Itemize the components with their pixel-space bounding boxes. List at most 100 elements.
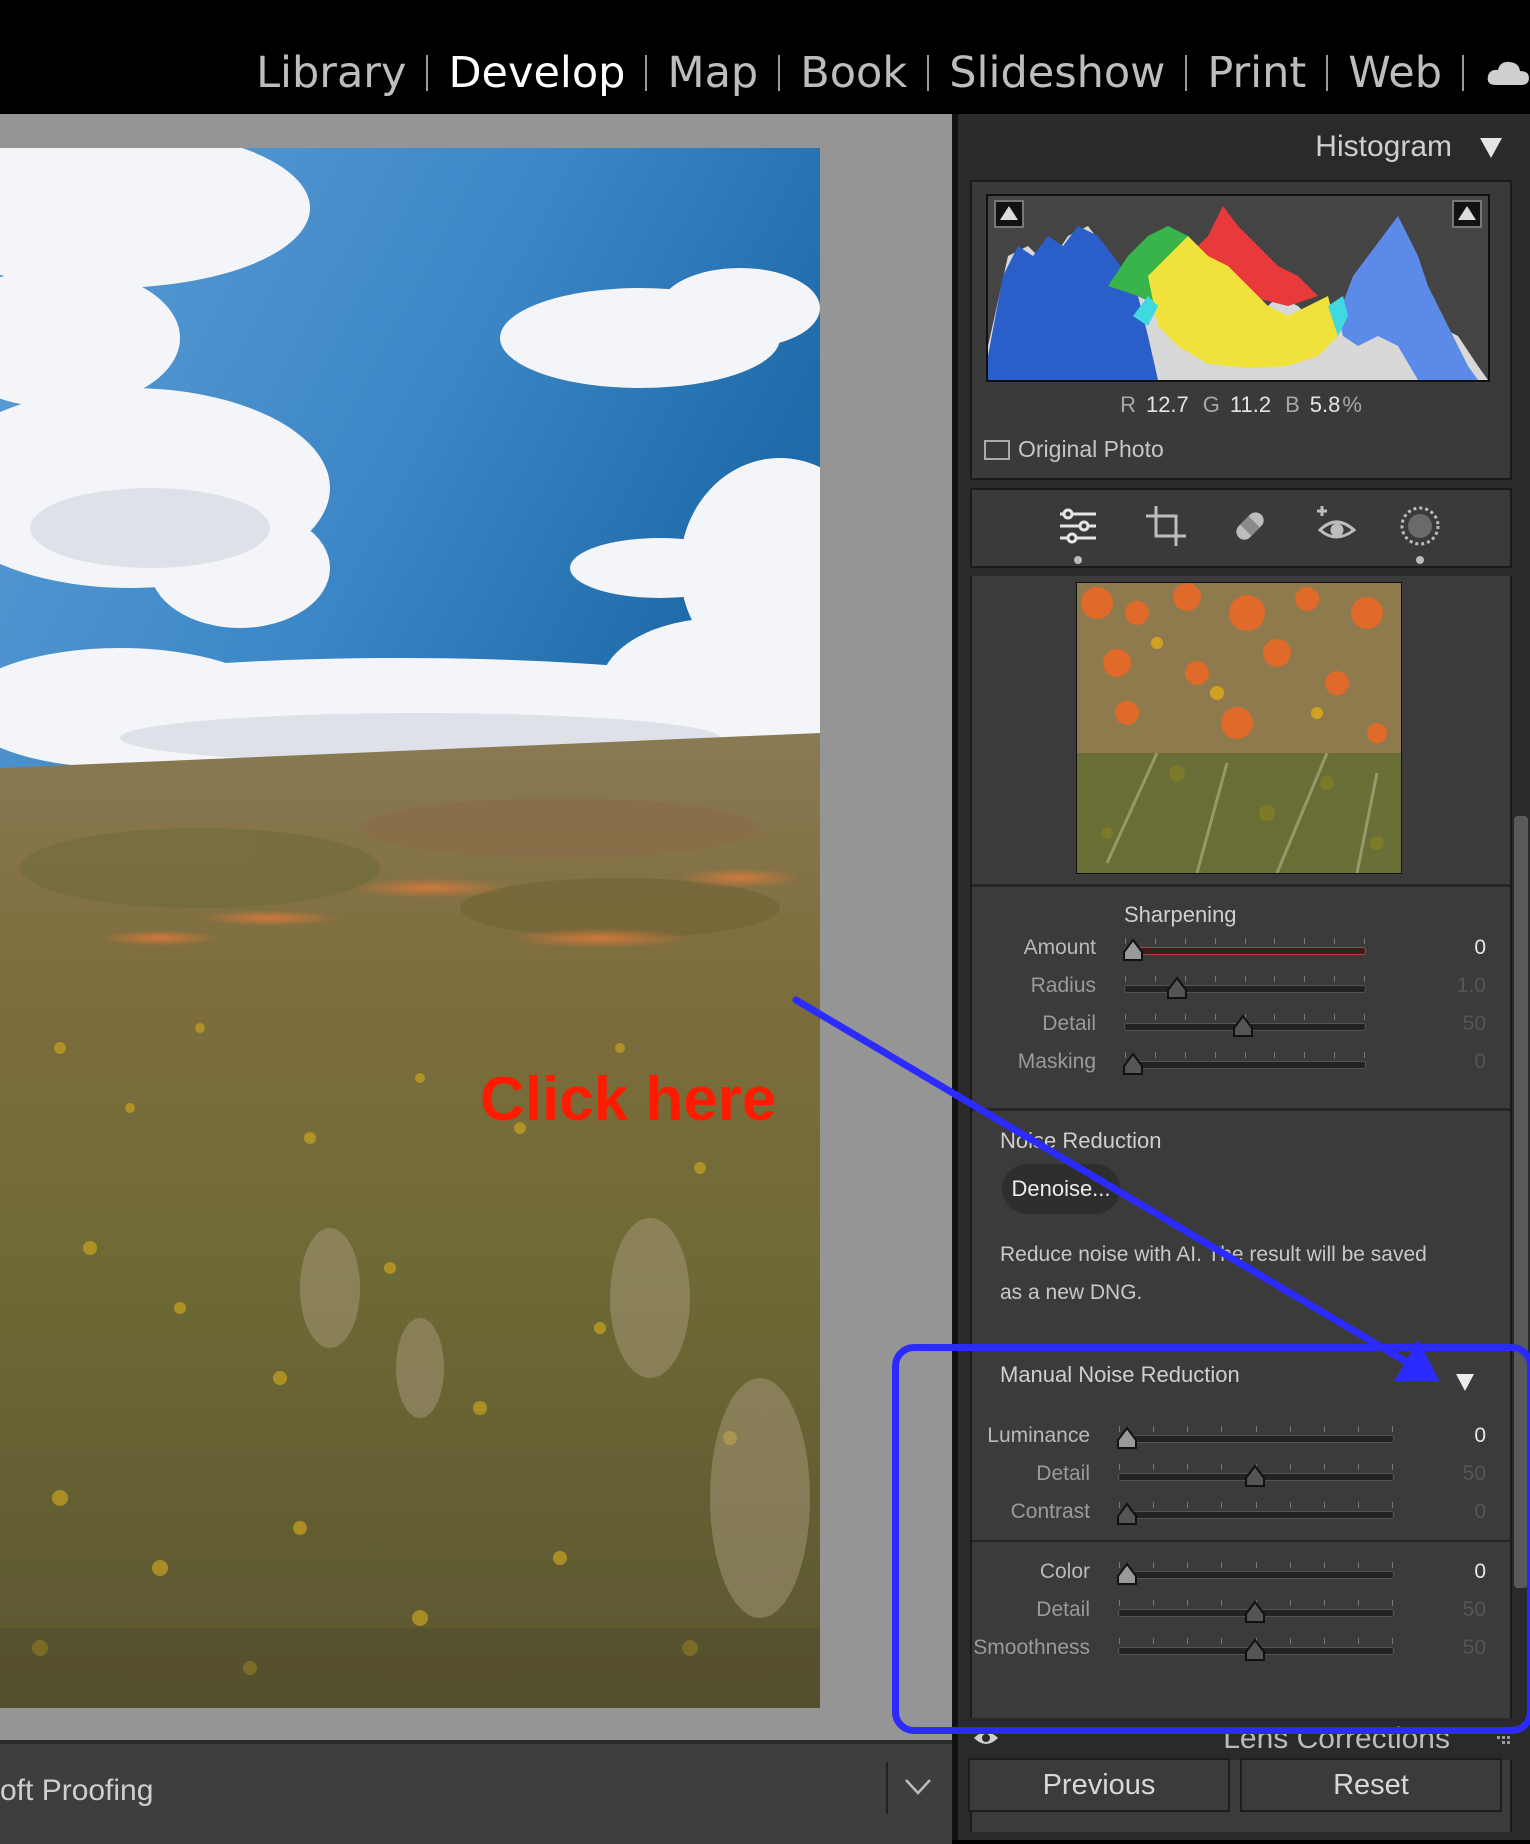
amount-label: Amount [1023, 936, 1096, 959]
masking-icon[interactable] [1396, 502, 1444, 550]
r-label: R [1120, 392, 1136, 417]
g-value: 11.2 [1229, 392, 1272, 417]
radius-row: Radius 1.0 [972, 972, 1510, 1004]
slider-tick [1334, 1052, 1336, 1058]
slider-tick [1154, 938, 1156, 944]
slider-tick [1334, 1014, 1336, 1020]
soft-proofing-label[interactable]: oft Proofing [0, 1774, 153, 1808]
module-slideshow[interactable]: Slideshow [929, 48, 1185, 98]
slider-tick [1304, 1052, 1306, 1058]
slider-tick [1274, 1014, 1276, 1020]
module-web[interactable]: Web [1328, 48, 1462, 98]
denoise-description: Reduce noise with AI. The result will be… [1000, 1243, 1427, 1304]
masking-slider-thumb[interactable] [1122, 1052, 1144, 1076]
original-photo-checkbox[interactable] [984, 439, 1010, 460]
masking-value[interactable]: 0 [1474, 1050, 1486, 1074]
slider-tick [1184, 1014, 1186, 1020]
denoise-button[interactable]: Denoise... [1002, 1164, 1120, 1214]
toolbar-dropdown-icon[interactable] [904, 1776, 932, 1798]
redeye-icon[interactable] [1312, 502, 1360, 550]
slider-tick [1125, 976, 1126, 982]
radius-slider[interactable] [1124, 976, 1366, 993]
detail-slider-thumb[interactable] [1232, 1014, 1254, 1038]
slider-tick [1244, 976, 1246, 982]
radius-label: Radius [1030, 974, 1096, 997]
slider-tick [1304, 938, 1306, 944]
tool-strip [970, 488, 1512, 568]
slider-ticks [1125, 938, 1365, 946]
toolbar-divider [886, 1762, 888, 1814]
radius-value[interactable]: 1.0 [1457, 974, 1486, 998]
module-print[interactable]: Print [1187, 48, 1326, 98]
previous-button[interactable]: Previous [968, 1758, 1230, 1812]
collapse-triangle-icon[interactable] [1480, 138, 1502, 158]
amount-slider[interactable] [1124, 938, 1366, 955]
detail-zoom-preview[interactable] [1076, 582, 1402, 874]
sharpening-title: Sharpening [1124, 902, 1237, 927]
slider-tick [1184, 1052, 1186, 1058]
slider-tick [1334, 938, 1336, 944]
histogram-chart [988, 206, 1488, 380]
module-separator [1462, 55, 1464, 91]
r-value: 12.7 [1145, 392, 1189, 417]
module-list: Library Develop Map Book Slideshow Print… [236, 38, 1530, 108]
amount-slider-thumb[interactable] [1122, 938, 1144, 962]
radius-slider-thumb[interactable] [1166, 976, 1188, 1000]
cloud-icon[interactable] [1486, 59, 1530, 87]
slider-tick [1154, 1014, 1156, 1020]
section-divider [972, 884, 1510, 887]
highlight-clipping-button[interactable] [1452, 200, 1482, 228]
slider-tick [1125, 1014, 1126, 1020]
g-label: G [1202, 392, 1220, 417]
percent-sign: % [1342, 392, 1362, 417]
landscape-photo [0, 148, 820, 1708]
healing-icon[interactable] [1226, 502, 1274, 550]
image-canvas[interactable]: Click here [0, 114, 952, 1740]
bottom-toolbar: oft Proofing [0, 1740, 952, 1844]
slider-tick [1304, 1014, 1306, 1020]
crop-icon[interactable] [1142, 502, 1190, 550]
annotation-highlight-box [892, 1344, 1530, 1734]
masking-slider[interactable] [1124, 1052, 1366, 1069]
slider-tick [1274, 1052, 1276, 1058]
module-map[interactable]: Map [647, 48, 778, 98]
shadow-clipping-button[interactable] [994, 200, 1024, 228]
original-photo-toggle[interactable]: Original Photo [984, 436, 1164, 463]
b-value: 5.8 [1309, 392, 1341, 417]
module-develop[interactable]: Develop [428, 48, 645, 98]
slider-tick [1364, 1052, 1365, 1058]
detail-label: Detail [1042, 1012, 1096, 1035]
sliders-icon[interactable] [1054, 502, 1102, 550]
amount-row: Amount 0 [972, 934, 1510, 966]
section-divider [972, 1108, 1510, 1111]
mask-indicator [1416, 556, 1424, 564]
slider-ticks [1125, 1052, 1365, 1060]
slider-tick [1244, 1052, 1246, 1058]
b-label: B [1285, 392, 1300, 417]
amount-value[interactable]: 0 [1474, 936, 1486, 960]
slider-tick [1184, 938, 1186, 944]
rgb-readout: R 12.7 G 11.2 B 5.8% [972, 392, 1510, 418]
photo-preview[interactable] [0, 148, 820, 1708]
module-picker: Library Develop Map Book Slideshow Print… [0, 0, 1530, 112]
slider-tick [1304, 976, 1306, 982]
slider-tick [1214, 1014, 1216, 1020]
slider-tick [1274, 976, 1276, 982]
detail-value[interactable]: 50 [1463, 1012, 1486, 1036]
slider-tick [1364, 976, 1365, 982]
slider-tick [1334, 976, 1336, 982]
slider-tick [1154, 1052, 1156, 1058]
module-book[interactable]: Book [780, 48, 927, 98]
histogram-graph[interactable] [986, 194, 1490, 382]
module-library[interactable]: Library [236, 48, 426, 98]
detail-row: Detail 50 [972, 1010, 1510, 1042]
zoom-preview-image [1077, 583, 1401, 873]
histogram-panel: R 12.7 G 11.2 B 5.8% Original Photo [970, 180, 1512, 480]
slider-tick [1274, 938, 1276, 944]
slider-ticks [1125, 976, 1365, 984]
original-photo-label: Original Photo [1018, 436, 1164, 462]
slider-tick [1214, 1052, 1216, 1058]
slider-tick [1214, 938, 1216, 944]
histogram-title[interactable]: Histogram [1315, 130, 1452, 164]
reset-button[interactable]: Reset [1240, 1758, 1502, 1812]
